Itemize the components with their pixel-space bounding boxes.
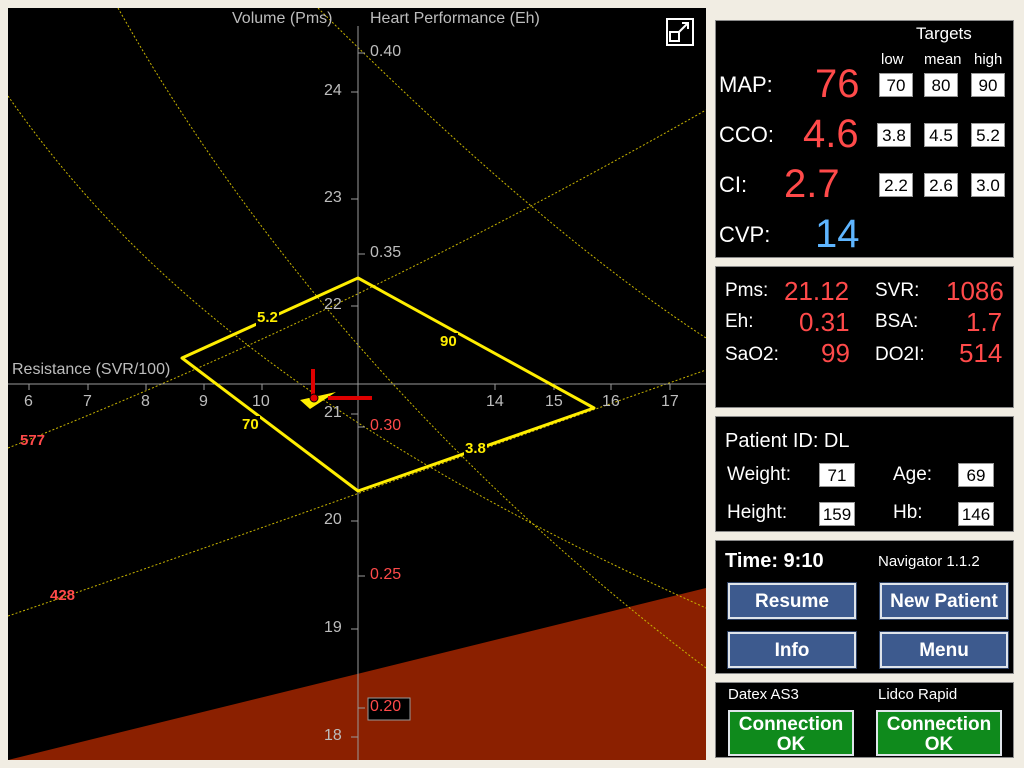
ci-value: 2.7 <box>784 162 840 206</box>
volume-tick: 24 <box>324 82 342 99</box>
map-target-low[interactable]: 70 <box>879 73 913 97</box>
volume-tick: 19 <box>324 619 342 636</box>
resistance-tick: 14 <box>486 393 504 410</box>
col-header-low: low <box>881 51 904 68</box>
iso-curve <box>8 95 706 609</box>
right-connection-line1: Connection <box>886 714 992 735</box>
co-low-label: 3.8 <box>464 440 487 457</box>
bsa-value: 1.7 <box>966 307 1003 337</box>
patient-id: Patient ID: DL <box>725 430 850 452</box>
map-target-mean[interactable]: 80 <box>924 73 958 97</box>
resistance-tick: 6 <box>24 393 33 410</box>
vitals-panel: Targets low mean high MAP: 76 70 80 90 C… <box>713 18 1016 260</box>
navigator-plot[interactable]: Volume (Pms) Heart Performance (Eh) Resi… <box>8 8 706 760</box>
resistance-tick: 7 <box>83 393 92 410</box>
iso-curve <box>117 8 706 669</box>
map-target-high[interactable]: 90 <box>971 73 1005 97</box>
svr-value: 1086 <box>946 276 1004 306</box>
height-label: Height: <box>727 502 788 523</box>
eh-tick: 0.35 <box>370 244 402 261</box>
pms-label: Pms: <box>725 280 769 301</box>
resistance-tick: 17 <box>661 393 679 410</box>
resistance-tick: 16 <box>602 393 620 410</box>
sao2-value: 99 <box>821 338 850 368</box>
eh-tick: 0.25 <box>370 566 402 583</box>
hb-label: Hb: <box>893 502 923 523</box>
cvp-value: 14 <box>815 212 860 256</box>
do2i-value: 514 <box>959 338 1003 368</box>
map-high-label: 90 <box>439 333 458 350</box>
resistance-tick: 10 <box>252 393 270 410</box>
volume-tick: 21 <box>324 404 342 421</box>
pms-value: 21.12 <box>784 276 850 306</box>
volume-tick: 22 <box>324 296 342 313</box>
targets-title: Targets <box>916 24 972 43</box>
do2i-label: DO2I: <box>875 344 925 365</box>
cco-target-high[interactable]: 5.2 <box>971 123 1005 147</box>
time-display: Time: 9:10 <box>725 550 824 572</box>
volume-axis-title: Volume (Pms) <box>232 10 333 27</box>
col-header-high: high <box>974 51 1003 68</box>
age-label: Age: <box>893 464 933 485</box>
version-label: Navigator 1.1.2 <box>878 553 980 570</box>
col-header-mean: mean <box>924 51 962 68</box>
left-device-label: Datex AS3 <box>728 686 799 703</box>
right-device-label: Lidco Rapid <box>878 686 958 703</box>
patient-panel: Patient ID: DL Weight: 71 Age: 69 Height… <box>713 414 1016 534</box>
danger-zone <box>8 588 706 760</box>
ci-target-high[interactable]: 3.0 <box>971 173 1005 197</box>
eh-label: Eh: <box>725 311 754 332</box>
age-field[interactable]: 69 <box>958 463 994 487</box>
left-connection-status[interactable]: Connection OK <box>728 710 854 756</box>
volume-tick: 23 <box>324 189 342 206</box>
eh-tick: 0.40 <box>370 43 402 60</box>
weight-label: Weight: <box>727 464 792 485</box>
heart-axis-title: Heart Performance (Eh) <box>370 10 540 27</box>
cvp-label: CVP: <box>719 222 771 247</box>
resistance-tick: 15 <box>545 393 563 410</box>
sao2-label: SaO2: <box>725 344 779 365</box>
ci-label: CI: <box>719 172 748 197</box>
menu-button[interactable]: Menu <box>880 632 1008 668</box>
eh-value: 0.31 <box>799 307 850 337</box>
new-patient-button[interactable]: New Patient <box>880 583 1008 619</box>
cco-label: CCO: <box>719 122 774 147</box>
ci-target-low[interactable]: 2.2 <box>879 173 913 197</box>
left-connection-line1: Connection <box>738 714 844 735</box>
resistance-tick: 8 <box>141 393 150 410</box>
eh-tick: 0.30 <box>370 417 402 434</box>
cco-target-mean[interactable]: 4.5 <box>924 123 958 147</box>
do2i-curve-label: 577 <box>20 432 46 449</box>
resistance-axis-title: Resistance (SVR/100) <box>12 361 171 378</box>
derived-panel: Pms: 21.12 SVR: 1086 Eh: 0.31 BSA: 1.7 S… <box>713 264 1016 410</box>
controls-panel: Time: 9:10 Navigator 1.1.2 Resume New Pa… <box>713 538 1016 676</box>
right-connection-status[interactable]: Connection OK <box>876 710 1002 756</box>
resume-button[interactable]: Resume <box>728 583 856 619</box>
map-value: 76 <box>815 62 860 106</box>
cco-target-low[interactable]: 3.8 <box>877 123 911 147</box>
weight-field[interactable]: 71 <box>819 463 855 487</box>
connections-panel: Datex AS3 Lidco Rapid Connection OK Conn… <box>713 680 1016 760</box>
height-field[interactable]: 159 <box>819 502 855 526</box>
volume-tick: 20 <box>324 511 342 528</box>
map-low-label: 70 <box>241 416 260 433</box>
map-label: MAP: <box>719 72 773 97</box>
bsa-label: BSA: <box>875 311 919 332</box>
cco-value: 4.6 <box>803 112 859 156</box>
right-connection-line2: OK <box>924 734 954 755</box>
info-button[interactable]: Info <box>728 632 856 668</box>
resistance-tick: 9 <box>199 393 208 410</box>
co-high-label: 5.2 <box>256 309 279 326</box>
expand-icon[interactable] <box>666 18 694 46</box>
ci-target-mean[interactable]: 2.6 <box>924 173 958 197</box>
hb-field[interactable]: 146 <box>958 502 994 526</box>
marker-dot <box>309 393 319 403</box>
do2i-curve-label: 428 <box>50 587 76 604</box>
left-connection-line2: OK <box>776 734 806 755</box>
plot-canvas <box>8 8 706 760</box>
svr-label: SVR: <box>875 280 920 301</box>
eh-tick: 0.20 <box>370 698 402 715</box>
volume-tick: 18 <box>324 727 342 744</box>
